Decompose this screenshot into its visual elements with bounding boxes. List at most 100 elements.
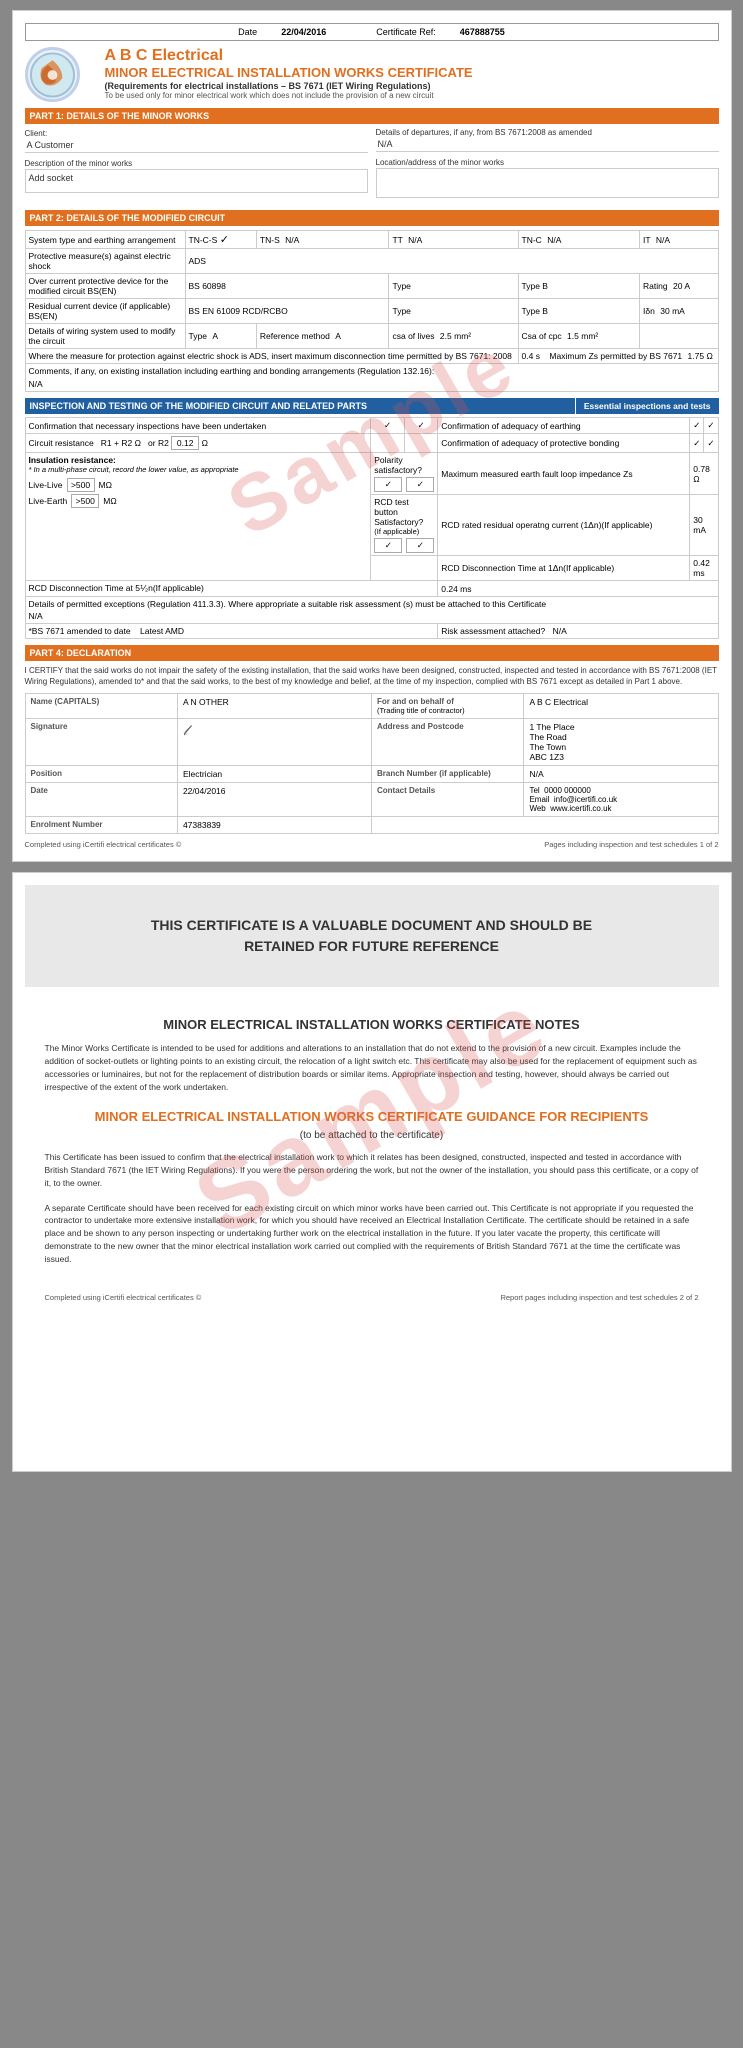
live-live-value: >500	[67, 478, 95, 492]
page-1: Sample Date 22/04/2016 Certificate Ref: …	[12, 10, 732, 862]
system-table: System type and earthing arrangement TN-…	[25, 230, 719, 392]
part3-section: INSPECTION AND TESTING OF THE MODIFIED C…	[25, 398, 719, 639]
company-info: A B C Electrical MINOR ELECTRICAL INSTAL…	[105, 47, 719, 100]
departures-label: Details of departures, if any, from BS 7…	[376, 128, 719, 137]
overcurrent-label-cell: Over current protective device for the m…	[25, 274, 185, 299]
rcd-ion-cell: Iδn 30 mA	[640, 299, 718, 324]
wiring-ref-cell: Reference method A	[256, 324, 389, 349]
signature-image: 𝓁	[183, 722, 366, 739]
guidance-sub: (to be attached to the certificate)	[45, 1130, 699, 1141]
part1-right: Details of departures, if any, from BS 7…	[376, 128, 719, 204]
banner-text: THIS CERTIFICATE IS A VALUABLE DOCUMENT …	[45, 915, 699, 957]
rcd-label-cell: Residual current device (if applicable) …	[25, 299, 185, 324]
bs7671-cell: *BS 7671 amended to date Latest AMD	[25, 624, 438, 639]
type-cell: Type	[389, 274, 518, 299]
risk-cell: Risk assessment attached? N/A	[438, 624, 718, 639]
tns-cell: TN-S N/A	[256, 231, 389, 249]
essential-label: Essential inspections and tests	[575, 398, 719, 414]
client-field: Client: A Customer	[25, 128, 368, 153]
details-permitted-cell: RCD Disconnection Time at 5⅟₂n(If applic…	[25, 581, 438, 597]
address-label-cell: Address and Postcode	[371, 719, 523, 766]
date-value: 22/04/2016	[281, 27, 326, 37]
r2-value: 0.12	[171, 436, 199, 450]
date-label: Date	[238, 27, 257, 37]
rcd-type-value-cell: Type B	[518, 299, 640, 324]
rcd-rated-value-cell: 30 mA	[690, 495, 718, 556]
polarity-cell: Polarity satisfactory? ✓ ✓	[371, 453, 438, 495]
part2-header: PART 2: DETAILS OF THE MODIFIED CIRCUIT	[25, 210, 719, 226]
signature-value-cell: 𝓁	[177, 719, 371, 766]
part1-content: Client: A Customer Description of the mi…	[25, 128, 719, 204]
comments-label-cell: Comments, if any, on existing installati…	[25, 364, 718, 392]
wiring-label-cell: Details of wiring system used to modify …	[25, 324, 185, 349]
client-value: A Customer	[25, 139, 368, 153]
enrolment-value-cell: 47383839	[177, 817, 371, 834]
logo-svg	[28, 50, 77, 100]
branch-value-cell: N/A	[524, 766, 718, 783]
address-value-cell: 1 The Place The Road The Town ABC 1Z3	[524, 719, 718, 766]
tncs-cell: TN-C-S ✓	[185, 231, 256, 249]
date2-label-cell: Date	[25, 783, 177, 817]
signature-label-cell: Signature	[25, 719, 177, 766]
name-label-cell: Name (CAPITALS)	[25, 694, 177, 719]
rcd-test-cell: RCD test button Satisfactory? (If applic…	[371, 495, 438, 556]
rcd-value-cell: BS EN 61009 RCD/RCBO	[185, 299, 389, 324]
confirm-inspections-cell: Confirmation that necessary inspections …	[25, 418, 371, 434]
position-label-cell: Position	[25, 766, 177, 783]
cert-subtitle: (Requirements for electrical installatio…	[105, 81, 719, 91]
wiring-type-cell: Type A	[185, 324, 256, 349]
cert-header: A B C Electrical MINOR ELECTRICAL INSTAL…	[25, 47, 719, 102]
rcd-disc1-cell: RCD Disconnection Time at 1Δn(If applica…	[438, 556, 690, 581]
protective-label-cell: Protective measure(s) against electric s…	[25, 249, 185, 274]
confirm-bonding-cell: Confirmation of adequacy of protective b…	[438, 434, 690, 453]
logo-area	[25, 47, 95, 102]
rcd-type-cell: Type	[389, 299, 518, 324]
guidance-title: MINOR ELECTRICAL INSTALLATION WORKS CERT…	[45, 1109, 699, 1124]
part4-section: PART 4: DECLARATION I CERTIFY that the s…	[25, 645, 719, 834]
overcurrent-value-cell: BS 60898	[185, 274, 389, 299]
circuit-resistance-cell: Circuit resistance R1 + R2 Ω or R2 0.12 …	[25, 434, 371, 453]
protective-value-cell: ADS	[185, 249, 718, 274]
cert-ref-label: Certificate Ref:	[376, 27, 436, 37]
behalf-label-cell: For and on behalf of (Trading title of c…	[371, 694, 523, 719]
rcd-rated-cell: RCD rated residual operatng current (1Δn…	[438, 495, 690, 556]
live-earth-value: >500	[71, 494, 99, 508]
page2-banner: THIS CERTIFICATE IS A VALUABLE DOCUMENT …	[25, 885, 719, 987]
protection-label-cell: Where the measure for protection against…	[25, 349, 518, 364]
max-earth-cell: Maximum measured earth fault loop impeda…	[438, 453, 690, 495]
it-cell: IT N/A	[640, 231, 718, 249]
page1-footer: Completed using iCertifi electrical cert…	[25, 840, 719, 849]
page-2: Sample THIS CERTIFICATE IS A VALUABLE DO…	[12, 872, 732, 1472]
tnc-cell: TN-C N/A	[518, 231, 640, 249]
rcd-test-tick2: ✓	[406, 538, 434, 553]
declaration-text: I CERTIFY that the said works do not imp…	[25, 665, 719, 687]
tncs-tick: ✓	[220, 234, 229, 246]
position-value-cell: Electrician	[177, 766, 371, 783]
system-label-cell: System type and earthing arrangement	[25, 231, 185, 249]
rcd-test-tick1: ✓	[374, 538, 402, 553]
part4-header: PART 4: DECLARATION	[25, 645, 719, 661]
company-name: A B C Electrical	[105, 47, 719, 65]
notes-body: The Minor Works Certificate is intended …	[45, 1042, 699, 1093]
date2-value-cell: 22/04/2016	[177, 783, 371, 817]
rcd-disc1-value-cell: 0.42 ms	[690, 556, 718, 581]
signature-table: Name (CAPITALS) A N OTHER For and on beh…	[25, 693, 719, 834]
confirm-bonding-tick1: ✓	[690, 434, 704, 453]
confirm-earthing-tick1: ✓	[690, 418, 704, 434]
rating-cell: Rating 20 A	[640, 274, 718, 299]
confirm-inspections-tick2: ✓	[404, 418, 438, 434]
footer-right-1: Pages including inspection and test sche…	[544, 840, 718, 849]
location-label: Location/address of the minor works	[376, 158, 719, 167]
tt-cell: TT N/A	[389, 231, 518, 249]
location-value	[376, 168, 719, 198]
polarity-tick2: ✓	[406, 477, 434, 492]
contact-label-cell: Contact Details	[371, 783, 523, 817]
guidance-body1: This Certificate has been issued to conf…	[45, 1151, 699, 1189]
enrolment-label-cell: Enrolment Number	[25, 817, 177, 834]
location-field: Location/address of the minor works	[376, 158, 719, 198]
confirm-earthing-tick2: ✓	[704, 418, 718, 434]
notes-title: MINOR ELECTRICAL INSTALLATION WORKS CERT…	[45, 1017, 699, 1032]
date-ref-bar: Date 22/04/2016 Certificate Ref: 4678887…	[25, 23, 719, 41]
branch-label-cell: Branch Number (if applicable)	[371, 766, 523, 783]
company-logo	[25, 47, 80, 102]
